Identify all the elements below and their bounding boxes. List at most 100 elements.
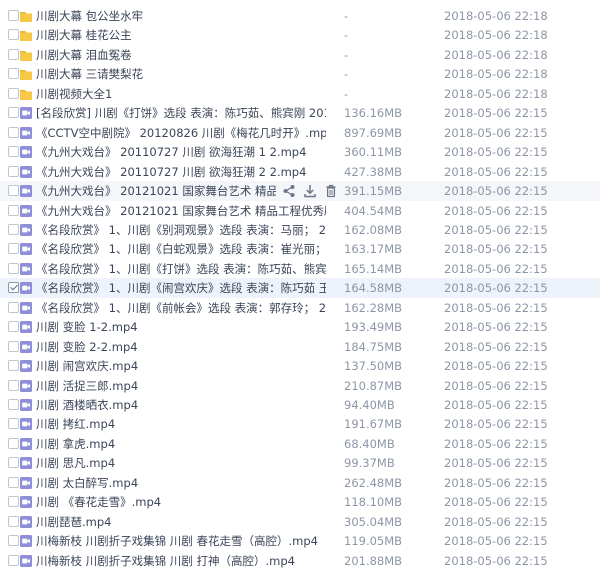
- folder-row[interactable]: 川剧大幕 三请樊梨花 - 2018-05-06 22:18: [0, 64, 600, 84]
- modified-date: 2018-05-06 22:15: [444, 242, 548, 257]
- file-row[interactable]: [名段欣赏] 川剧《打饼》选段 表演：陈巧茹、熊宾刚 20130704... 13…: [0, 103, 600, 123]
- modified-date: 2018-05-06 22:15: [444, 339, 548, 354]
- folder-row[interactable]: 川剧视频大全1 - 2018-05-06 22:18: [0, 84, 600, 104]
- row-checkbox[interactable]: [8, 321, 19, 333]
- row-checkbox[interactable]: [8, 165, 19, 177]
- file-row[interactable]: 《九州大戏台》 20121021 国家舞台艺术 精品工程优秀剧目选... 404.…: [0, 201, 600, 221]
- file-name[interactable]: 川剧 拷红.mp4: [36, 417, 326, 431]
- video-file-icon: [20, 301, 32, 314]
- folder-row[interactable]: 川剧大幕 泪血冤卷 - 2018-05-06 22:18: [0, 45, 600, 65]
- file-name[interactable]: 《名段欣赏》 1、川剧《白蛇观景》选段 表演：崔光丽； 2、川...: [36, 242, 326, 256]
- file-name[interactable]: 川剧大幕 桂花公主: [36, 28, 326, 42]
- file-name[interactable]: [名段欣赏] 川剧《打饼》选段 表演：陈巧茹、熊宾刚 20130704...: [36, 106, 326, 120]
- row-checkbox[interactable]: [8, 457, 19, 469]
- row-checkbox[interactable]: [8, 126, 19, 138]
- row-checkbox[interactable]: [8, 399, 19, 410]
- file-row[interactable]: 川剧 拿虎.mp4 68.40MB 2018-05-06 22:15: [0, 434, 600, 454]
- file-row[interactable]: 《名段欣赏》 1、川剧《别洞观景》选段 表演：马丽； 2、川... 162.08M…: [0, 220, 600, 240]
- row-checkbox[interactable]: [8, 223, 19, 235]
- row-checkbox[interactable]: [8, 262, 19, 274]
- file-name[interactable]: 川剧大幕 三请樊梨花: [36, 67, 326, 81]
- download-icon[interactable]: [303, 183, 317, 199]
- share-icon[interactable]: [282, 183, 296, 199]
- file-name[interactable]: 川梅新枝 川剧折子戏集锦 川剧 打神（高腔）.mp4: [36, 554, 326, 568]
- file-name[interactable]: 川剧大幕 泪血冤卷: [36, 48, 326, 62]
- file-row[interactable]: 川梅新枝 川剧折子戏集锦 川剧 打神（高腔）.mp4 201.88MB 2018-0…: [0, 551, 600, 571]
- folder-row[interactable]: 川剧大幕 包公坐水牢 - 2018-05-06 22:18: [0, 6, 600, 26]
- file-name[interactable]: 《名段欣赏》 1、川剧《闹宫欢庆》选段 表演：陈巧茹 王超 王...: [36, 281, 326, 295]
- video-file-icon: [20, 554, 32, 567]
- file-row[interactable]: 《CCTV空中剧院》 20120826 川剧《梅花几时开》.mp4 897.69M…: [0, 123, 600, 143]
- row-checkbox[interactable]: [8, 379, 19, 391]
- file-name[interactable]: 川剧 变脸 2-2.mp4: [36, 340, 326, 354]
- row-checkbox[interactable]: [8, 476, 19, 488]
- row-checkbox[interactable]: [8, 29, 19, 41]
- file-row[interactable]: 川剧 思凡.mp4 99.37MB 2018-05-06 22:15: [0, 453, 600, 473]
- row-checkbox[interactable]: [8, 185, 19, 197]
- row-checkbox[interactable]: [8, 554, 19, 566]
- row-checkbox[interactable]: [8, 340, 19, 352]
- file-name[interactable]: 川剧 闹宫欢庆.mp4: [36, 359, 326, 373]
- file-name[interactable]: 川剧琵琶.mp4: [36, 515, 326, 529]
- row-checkbox[interactable]: [8, 87, 19, 99]
- row-checkbox[interactable]: [8, 282, 19, 294]
- file-name[interactable]: 《名段欣赏》 1、川剧《别洞观景》选段 表演：马丽； 2、川...: [36, 223, 326, 237]
- file-name[interactable]: 《九州大戏台》 20110727 川剧 欲海狂潮 2 2.mp4: [36, 165, 326, 179]
- file-row[interactable]: 《名段欣赏》 1、川剧《白蛇观景》选段 表演：崔光丽； 2、川... 163.17…: [0, 239, 600, 259]
- file-name[interactable]: 川剧大幕 包公坐水牢: [36, 9, 326, 23]
- row-checkbox[interactable]: [8, 10, 19, 21]
- row-checkbox[interactable]: [8, 418, 19, 430]
- modified-date: 2018-05-06 22:15: [444, 359, 548, 374]
- file-row[interactable]: 《九州大戏台》 20121021 国家舞台艺术 精品工程优秀剧目选... 391.…: [0, 181, 600, 202]
- delete-icon[interactable]: [324, 183, 338, 199]
- file-row[interactable]: 川剧 太白醉写.mp4 262.48MB 2018-05-06 22:15: [0, 473, 600, 493]
- file-name[interactable]: 《九州大戏台》 20121021 国家舞台艺术 精品工程优秀剧目选...: [36, 204, 326, 218]
- file-row[interactable]: 川剧 变脸 1-2.mp4 193.49MB 2018-05-06 22:15: [0, 317, 600, 337]
- modified-date: 2018-05-06 22:15: [444, 398, 548, 412]
- row-checkbox[interactable]: [8, 146, 19, 158]
- file-name[interactable]: 《CCTV空中剧院》 20120826 川剧《梅花几时开》.mp4: [36, 126, 326, 140]
- row-checkbox[interactable]: [8, 496, 19, 508]
- file-name[interactable]: 《九州大戏台》 20121021 国家舞台艺术 精品工程优秀剧目选...: [36, 184, 276, 198]
- row-checkbox[interactable]: [8, 107, 19, 119]
- modified-date: 2018-05-06 22:15: [444, 281, 548, 296]
- row-checkbox[interactable]: [8, 515, 19, 527]
- file-name[interactable]: 《名段欣赏》 1、川剧《打饼》选段 表演：陈巧茹、熊宾刚； 2、川...: [36, 262, 326, 276]
- file-name[interactable]: 川梅新枝 川剧折子戏集锦 川剧 春花走雪（高腔）.mp4: [36, 534, 326, 548]
- row-checkbox[interactable]: [8, 68, 19, 80]
- row-checkbox[interactable]: [8, 535, 19, 547]
- file-name[interactable]: 川剧 活捉三郎.mp4: [36, 379, 326, 393]
- file-row[interactable]: 川剧 《春花走雪》.mp4 118.10MB 2018-05-06 22:15: [0, 492, 600, 512]
- row-checkbox[interactable]: [8, 360, 19, 372]
- file-row[interactable]: 川剧 活捉三郎.mp4 210.87MB 2018-05-06 22:15: [0, 376, 600, 396]
- row-checkbox[interactable]: [8, 204, 19, 216]
- file-name[interactable]: 《名段欣赏》 1、川剧《前帐会》选段 表演：郭存玲； 2、川剧...: [36, 301, 326, 315]
- file-name[interactable]: 川剧 《春花走雪》.mp4: [36, 495, 326, 509]
- file-row[interactable]: 川剧 闹宫欢庆.mp4 137.50MB 2018-05-06 22:15: [0, 356, 600, 376]
- file-row[interactable]: 川梅新枝 川剧折子戏集锦 川剧 春花走雪（高腔）.mp4 119.05MB 2018…: [0, 531, 600, 551]
- file-name[interactable]: 川剧视频大全1: [36, 87, 326, 101]
- file-row[interactable]: 《名段欣赏》 1、川剧《闹宫欢庆》选段 表演：陈巧茹 王超 王... 164.58…: [0, 278, 600, 299]
- file-name[interactable]: 川剧 太白醉写.mp4: [36, 476, 326, 490]
- row-checkbox[interactable]: [8, 48, 19, 60]
- file-row[interactable]: 《名段欣赏》 1、川剧《前帐会》选段 表演：郭存玲； 2、川剧... 162.28…: [0, 298, 600, 318]
- file-name[interactable]: 川剧 思凡.mp4: [36, 456, 326, 470]
- file-row[interactable]: 《名段欣赏》 1、川剧《打饼》选段 表演：陈巧茹、熊宾刚； 2、川... 165.…: [0, 259, 600, 279]
- folder-row[interactable]: 川剧大幕 桂花公主 - 2018-05-06 22:18: [0, 25, 600, 45]
- file-row[interactable]: 《九州大戏台》 20110727 川剧 欲海狂潮 2 2.mp4 427.38MB…: [0, 162, 600, 182]
- file-row[interactable]: 川剧 变脸 2-2.mp4 184.75MB 2018-05-06 22:15: [0, 337, 600, 357]
- file-row[interactable]: 川剧 拷红.mp4 191.67MB 2018-05-06 22:15: [0, 414, 600, 434]
- file-name[interactable]: 川剧 酒楼晒衣.mp4: [36, 398, 326, 412]
- row-checkbox[interactable]: [8, 437, 19, 449]
- file-row[interactable]: 川剧琵琶.mp4 305.04MB 2018-05-06 22:15: [0, 512, 600, 532]
- file-name[interactable]: 川剧 拿虎.mp4: [36, 437, 326, 451]
- modified-date: 2018-05-06 22:15: [444, 495, 548, 510]
- file-name[interactable]: 《九州大戏台》 20110727 川剧 欲海狂潮 1 2.mp4: [36, 145, 326, 159]
- folder-icon: [20, 89, 32, 100]
- file-row[interactable]: 川剧 酒楼晒衣.mp4 94.40MB 2018-05-06 22:15: [0, 395, 600, 415]
- modified-date: 2018-05-06 22:18: [444, 86, 548, 101]
- row-checkbox[interactable]: [8, 301, 19, 313]
- file-name[interactable]: 川剧 变脸 1-2.mp4: [36, 320, 326, 334]
- file-row[interactable]: 《九州大戏台》 20110727 川剧 欲海狂潮 1 2.mp4 360.11MB…: [0, 142, 600, 162]
- row-checkbox[interactable]: [8, 243, 19, 255]
